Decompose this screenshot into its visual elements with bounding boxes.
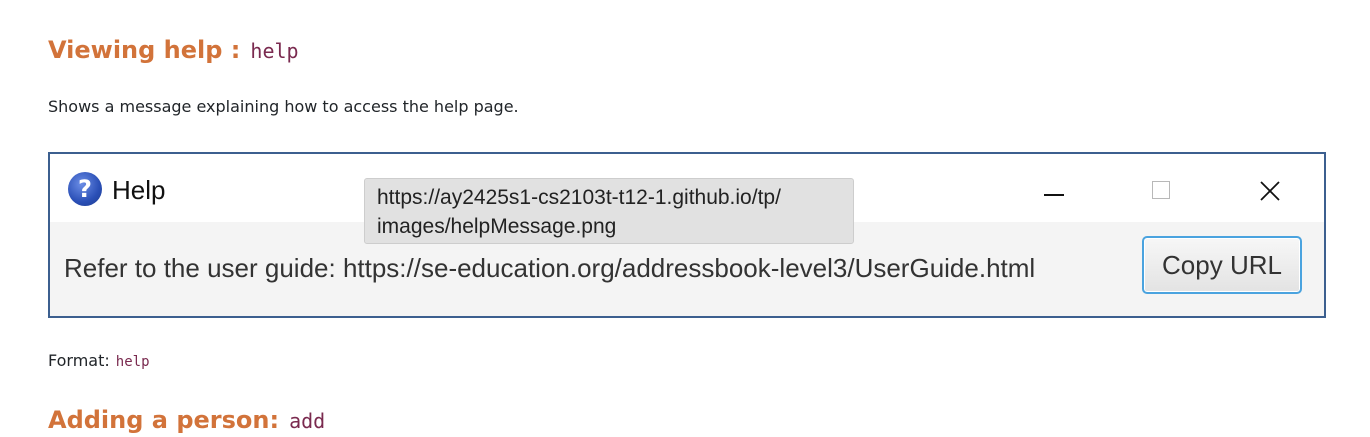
maximize-icon[interactable]	[1142, 172, 1182, 208]
format-command: help	[115, 354, 150, 370]
minimize-icon[interactable]	[1034, 172, 1074, 208]
tooltip-line-1: https://ay2425s1-cs2103t-t12-1.github.io…	[377, 186, 781, 209]
section-heading-text: Viewing help :	[48, 36, 241, 64]
help-question-icon: ?	[68, 172, 102, 206]
next-section-command: add	[289, 409, 326, 433]
section-heading: Viewing help : help	[48, 34, 299, 67]
image-url-tooltip: https://ay2425s1-cs2103t-t12-1.github.io…	[364, 178, 854, 244]
next-section-heading: Adding a person: add	[48, 404, 325, 437]
user-guide-message: Refer to the user guide: https://se-educ…	[64, 253, 1036, 283]
format-label: Format:	[48, 351, 110, 370]
close-icon[interactable]	[1250, 172, 1290, 208]
section-description: Shows a message explaining how to access…	[48, 97, 519, 116]
next-section-heading-text: Adding a person:	[48, 406, 280, 434]
section-heading-command: help	[250, 39, 299, 63]
tooltip-line-2: images/helpMessage.png	[377, 215, 617, 238]
copy-url-button[interactable]: Copy URL	[1142, 236, 1302, 294]
window-title: Help	[112, 175, 166, 205]
format-line: Format: help	[48, 350, 150, 373]
